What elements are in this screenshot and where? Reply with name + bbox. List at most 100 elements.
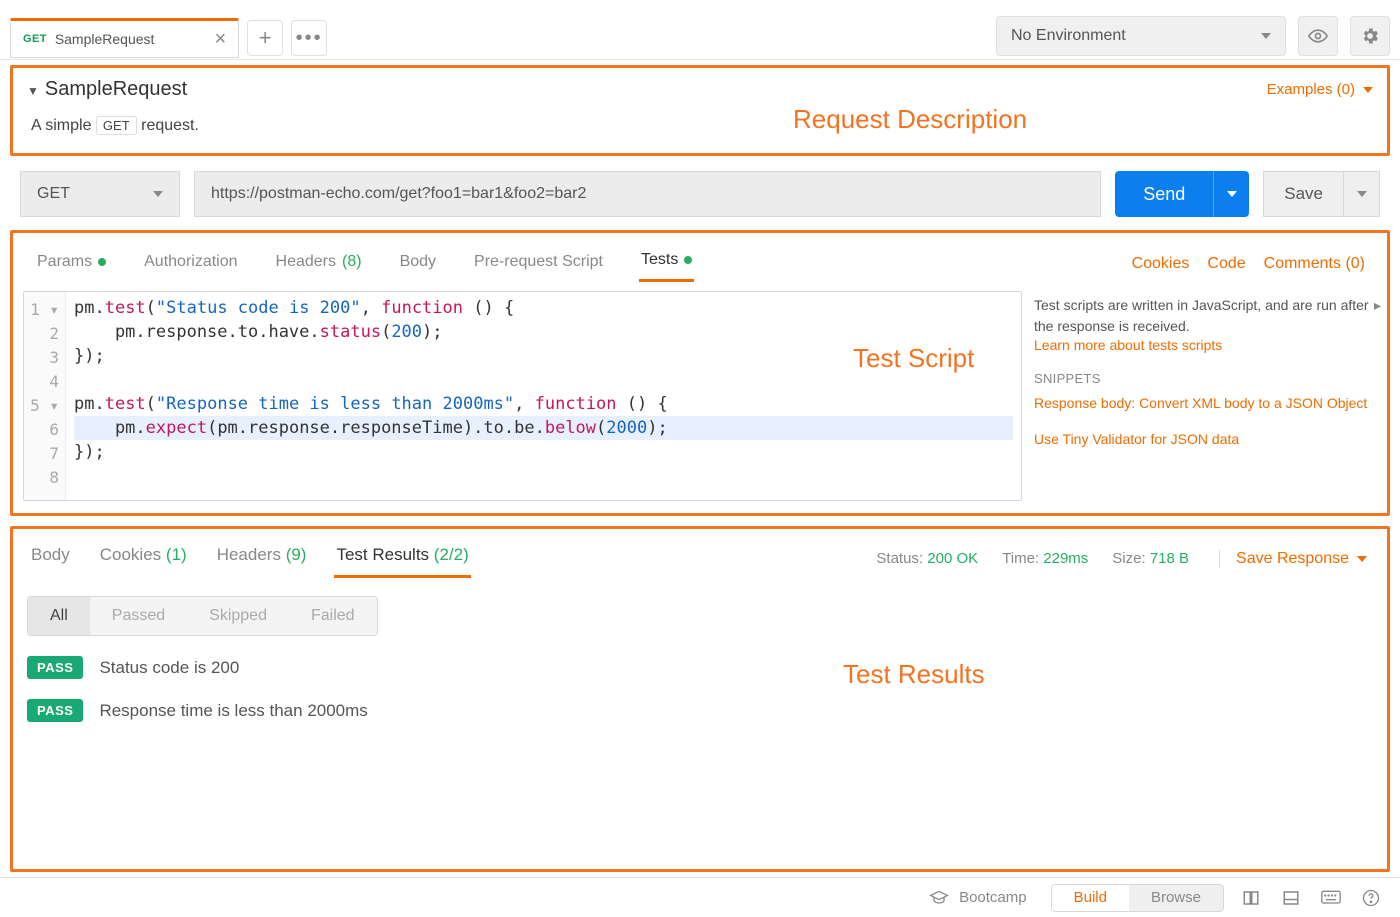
environment-quicklook-button[interactable] xyxy=(1298,16,1338,56)
editor-gutter: 1 ▾2345 ▾678 xyxy=(24,292,66,500)
http-method-value: GET xyxy=(37,185,70,203)
pass-badge: PASS xyxy=(27,656,83,679)
request-name: SampleRequest xyxy=(45,78,187,101)
bootcamp-button[interactable]: Bootcamp xyxy=(929,888,1027,908)
status-bar: Bootcamp Build Browse xyxy=(0,877,1400,917)
chevron-down-icon xyxy=(1357,556,1367,562)
tab-tests[interactable]: Tests xyxy=(639,245,694,282)
tab-authorization[interactable]: Authorization xyxy=(142,245,239,282)
tab-response-cookies[interactable]: Cookies (1) xyxy=(98,539,189,578)
snippet-link[interactable]: Response body: Convert XML body to a JSO… xyxy=(1034,394,1369,414)
save-response-button[interactable]: Save Response xyxy=(1219,550,1367,568)
send-button-group: Send xyxy=(1115,171,1249,217)
response-time: 229ms xyxy=(1043,550,1088,567)
chevron-right-icon[interactable]: ▸ xyxy=(1374,297,1381,314)
cookies-link[interactable]: Cookies xyxy=(1132,255,1190,273)
help-button[interactable] xyxy=(1358,885,1384,911)
response-meta: Status: 200 OK Time: 229ms Size: 718 B S… xyxy=(876,550,1367,568)
examples-dropdown[interactable]: Examples (0) xyxy=(1267,81,1373,98)
request-tab-name: SampleRequest xyxy=(55,31,155,47)
request-tab[interactable]: GET SampleRequest × xyxy=(10,18,239,58)
tab-test-results[interactable]: Test Results (2/2) xyxy=(334,539,470,578)
tests-help-text: Test scripts are written in JavaScript, … xyxy=(1034,295,1369,337)
chevron-down-icon xyxy=(1363,87,1373,93)
tab-response-headers[interactable]: Headers (9) xyxy=(215,539,309,578)
mortarboard-icon xyxy=(929,888,949,908)
results-filter: All Passed Skipped Failed xyxy=(27,596,1373,636)
gear-icon xyxy=(1360,26,1380,46)
tab-prerequest[interactable]: Pre-request Script xyxy=(472,245,605,282)
top-right-controls: No Environment xyxy=(996,4,1390,56)
chevron-down-icon xyxy=(1261,33,1271,39)
url-value: https://postman-echo.com/get?foo1=bar1&f… xyxy=(211,185,586,203)
response-status: 200 OK xyxy=(927,550,978,567)
send-dropdown-button[interactable] xyxy=(1213,171,1249,217)
close-tab-icon[interactable]: × xyxy=(214,29,226,49)
snippet-link[interactable]: Use Tiny Validator for JSON data xyxy=(1034,430,1369,450)
request-description[interactable]: A simple GET request. xyxy=(31,117,1373,135)
test-script-editor[interactable]: 1 ▾2345 ▾678 pm.test("Status code is 200… xyxy=(23,291,1022,501)
save-button-group: Save xyxy=(1263,171,1380,217)
environment-label: No Environment xyxy=(1011,27,1126,45)
plus-icon: + xyxy=(259,25,272,51)
ellipsis-icon: ••• xyxy=(296,27,323,50)
mode-browse[interactable]: Browse xyxy=(1129,885,1223,911)
url-input[interactable]: https://postman-echo.com/get?foo1=bar1&f… xyxy=(194,171,1101,217)
indicator-dot-icon xyxy=(98,258,106,266)
filter-failed[interactable]: Failed xyxy=(289,597,377,635)
tab-menu-button[interactable]: ••• xyxy=(291,20,327,56)
test-results-section: Test Results Body Cookies (1) Headers (9… xyxy=(10,526,1390,872)
keyboard-shortcuts-button[interactable] xyxy=(1318,885,1344,911)
two-pane-icon xyxy=(1242,889,1260,907)
request-aux-links: Cookies Code Comments (0) xyxy=(1132,255,1365,273)
indicator-dot-icon xyxy=(684,256,692,264)
request-title[interactable]: ▼ SampleRequest xyxy=(27,78,187,101)
test-script-section: Test Script Params Authorization Headers… xyxy=(10,230,1390,516)
test-result-row: PASS Response time is less than 2000ms xyxy=(27,699,1373,722)
snippets-header: SNIPPETS xyxy=(1034,371,1369,386)
eye-icon xyxy=(1308,26,1328,46)
bottom-pane-button[interactable] xyxy=(1278,885,1304,911)
request-description-section: Request Description ▼ SampleRequest Exam… xyxy=(10,65,1390,156)
save-button[interactable]: Save xyxy=(1263,171,1344,217)
top-bar: GET SampleRequest × + ••• No Environment xyxy=(0,0,1400,60)
tab-headers[interactable]: Headers (8) xyxy=(274,245,364,282)
collapse-icon: ▼ xyxy=(27,84,39,98)
test-result-name: Response time is less than 2000ms xyxy=(99,701,367,721)
learn-more-link[interactable]: Learn more about tests scripts xyxy=(1034,337,1222,353)
examples-label: Examples (0) xyxy=(1267,81,1355,98)
mode-build[interactable]: Build xyxy=(1052,885,1129,911)
pass-badge: PASS xyxy=(27,699,83,722)
tab-body[interactable]: Body xyxy=(398,245,438,282)
editor-content[interactable]: pm.test("Status code is 200", function (… xyxy=(66,292,1021,500)
code-link[interactable]: Code xyxy=(1207,255,1245,273)
save-dropdown-button[interactable] xyxy=(1344,171,1380,217)
request-tab-method: GET xyxy=(23,33,47,45)
tab-params[interactable]: Params xyxy=(35,245,108,282)
filter-passed[interactable]: Passed xyxy=(90,597,187,635)
response-size: 718 B xyxy=(1150,550,1189,567)
view-mode-toggle: Build Browse xyxy=(1051,884,1224,912)
environment-selector[interactable]: No Environment xyxy=(996,16,1286,56)
request-config-tabs: Params Authorization Headers (8) Body Pr… xyxy=(35,245,694,282)
two-pane-button[interactable] xyxy=(1238,885,1264,911)
test-result-name: Status code is 200 xyxy=(99,658,239,678)
help-icon xyxy=(1362,889,1380,907)
new-tab-button[interactable]: + xyxy=(247,20,283,56)
keyboard-icon xyxy=(1321,890,1341,906)
tests-side-panel: ▸ Test scripts are written in JavaScript… xyxy=(1032,291,1377,501)
settings-button[interactable] xyxy=(1350,16,1390,56)
tab-response-body[interactable]: Body xyxy=(29,539,72,578)
filter-skipped[interactable]: Skipped xyxy=(187,597,289,635)
response-tabs: Body Cookies (1) Headers (9) Test Result… xyxy=(29,539,471,578)
comments-link[interactable]: Comments (0) xyxy=(1264,255,1365,273)
send-button[interactable]: Send xyxy=(1115,171,1213,217)
chevron-down-icon xyxy=(153,191,163,197)
chevron-down-icon xyxy=(1227,191,1237,197)
bottom-pane-icon xyxy=(1282,889,1300,907)
test-result-row: PASS Status code is 200 xyxy=(27,656,1373,679)
request-tabs-strip: GET SampleRequest × + ••• xyxy=(10,4,996,58)
filter-all[interactable]: All xyxy=(28,597,90,635)
http-method-dropdown[interactable]: GET xyxy=(20,171,180,217)
chevron-down-icon xyxy=(1357,191,1367,197)
